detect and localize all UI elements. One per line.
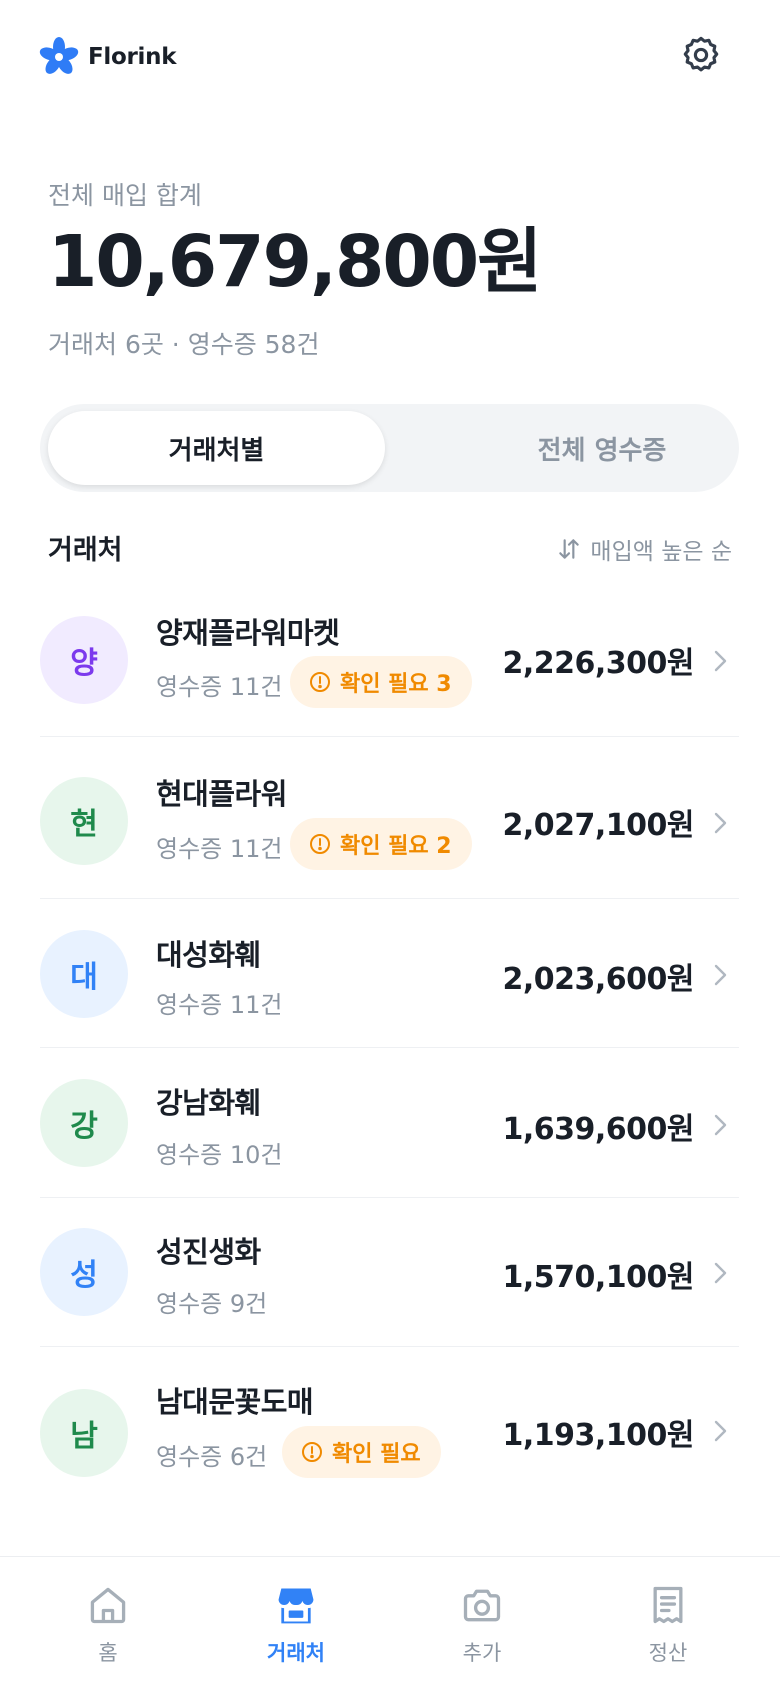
- chevron-right-icon: [714, 650, 727, 672]
- sort-label: 매입액 높은 순: [590, 539, 732, 565]
- chevron-right-icon: [714, 1262, 727, 1284]
- vendor-receipt-count: 영수증 10건: [156, 1141, 283, 1169]
- nav-settlement[interactable]: 정산: [608, 1583, 728, 1667]
- chevron-right-icon: [714, 964, 727, 986]
- nav-home-label: 홈: [98, 1641, 118, 1665]
- sort-arrows-icon: [559, 539, 580, 559]
- vendor-avatar: 대: [40, 930, 128, 1018]
- needs-review-badge: 확인 필요: [282, 1426, 441, 1478]
- vendor-amount: 1,570,100원: [502, 1260, 694, 1295]
- home-icon: [90, 1587, 126, 1624]
- vendor-avatar: 양: [40, 616, 128, 704]
- vendor-name: 남대문꽃도매: [156, 1385, 314, 1419]
- summary-label: 전체 매입 합계: [48, 181, 202, 210]
- vendor-name: 성진생화: [156, 1235, 261, 1269]
- vendor-avatar: 강: [40, 1079, 128, 1167]
- app-name: Florink: [88, 44, 177, 70]
- badge-label: 확인 필요 3: [340, 672, 452, 697]
- vendor-receipt-count: 영수증 6건: [156, 1443, 268, 1471]
- vendor-row[interactable]: 양 양재플라워마켓 영수증 11건 확인 필요 3 2,226,300원: [40, 586, 739, 737]
- sort-button[interactable]: 매입액 높은 순: [556, 532, 732, 566]
- vendor-receipt-count: 영수증 11건: [156, 991, 283, 1019]
- vendor-receipt-count: 영수증 9건: [156, 1290, 268, 1318]
- chevron-right-icon: [714, 1420, 727, 1442]
- bottom-tab-bar: 홈 거래처 추가 정산: [0, 1556, 780, 1689]
- vendor-name: 대성화훼: [156, 938, 261, 972]
- vendor-receipt-count: 영수증 11건: [156, 673, 283, 701]
- store-icon: [278, 1588, 314, 1624]
- vendor-avatar: 현: [40, 777, 128, 865]
- chevron-right-icon: [714, 1114, 727, 1136]
- vendor-list-title: 거래처: [48, 535, 123, 566]
- vendor-name: 양재플라워마켓: [156, 616, 340, 650]
- nav-vendors-label: 거래처: [267, 1641, 325, 1665]
- vendor-row[interactable]: 현 현대플라워 영수증 11건 확인 필요 2 2,027,100원: [40, 737, 739, 899]
- tab-by-vendor[interactable]: 거래처별: [48, 411, 385, 485]
- app-header: Florink: [0, 0, 780, 115]
- app-logo: Florink: [38, 36, 177, 78]
- alert-circle-icon: [310, 834, 330, 854]
- vendor-avatar: 성: [40, 1228, 128, 1316]
- summary-total: 10,679,800원: [48, 220, 542, 303]
- alert-circle-icon: [310, 672, 330, 692]
- flower-logo-icon: [39, 37, 79, 74]
- badge-label: 확인 필요: [332, 1442, 421, 1467]
- settings-gear-icon[interactable]: [680, 34, 722, 76]
- purchase-summary: 전체 매입 합계 10,679,800원 거래처 6곳 · 영수증 58건: [48, 176, 748, 361]
- vendor-name: 강남화훼: [156, 1086, 261, 1120]
- vendor-amount: 2,023,600원: [502, 962, 694, 997]
- camera-icon: [463, 1589, 501, 1622]
- alert-circle-icon: [302, 1442, 322, 1462]
- needs-review-badge: 확인 필요 2: [290, 818, 472, 870]
- nav-add[interactable]: 추가: [422, 1583, 542, 1667]
- tab-all-receipts[interactable]: 전체 영수증: [432, 411, 772, 485]
- vendor-amount: 1,639,600원: [502, 1112, 694, 1147]
- vendor-amount: 2,027,100원: [502, 808, 694, 843]
- vendor-row[interactable]: 대 대성화훼 영수증 11건 2,023,600원: [40, 899, 739, 1048]
- summary-subtitle: 거래처 6곳 · 영수증 58건: [48, 330, 320, 359]
- nav-vendors[interactable]: 거래처: [236, 1583, 356, 1667]
- vendor-list-header: 거래처 매입액 높은 순: [48, 528, 732, 568]
- view-segmented-control: 거래처별 전체 영수증: [40, 404, 739, 492]
- vendor-amount: 2,226,300원: [502, 646, 694, 681]
- vendor-row[interactable]: 성 성진생화 영수증 9건 1,570,100원: [40, 1198, 739, 1347]
- vendor-name: 현대플라워: [156, 777, 287, 811]
- nav-home[interactable]: 홈: [48, 1583, 168, 1667]
- vendor-row[interactable]: 강 강남화훼 영수증 10건 1,639,600원: [40, 1048, 739, 1198]
- needs-review-badge: 확인 필요 3: [290, 656, 472, 708]
- nav-settlement-label: 정산: [648, 1641, 688, 1665]
- vendor-amount: 1,193,100원: [502, 1418, 694, 1453]
- vendor-receipt-count: 영수증 11건: [156, 835, 283, 863]
- nav-add-label: 추가: [462, 1641, 502, 1665]
- chevron-right-icon: [714, 812, 727, 834]
- receipt-icon: [653, 1586, 683, 1624]
- badge-label: 확인 필요 2: [340, 834, 452, 859]
- vendor-row[interactable]: 남 남대문꽃도매 영수증 6건 확인 필요 1,193,100원: [40, 1347, 739, 1517]
- vendor-avatar: 남: [40, 1389, 128, 1477]
